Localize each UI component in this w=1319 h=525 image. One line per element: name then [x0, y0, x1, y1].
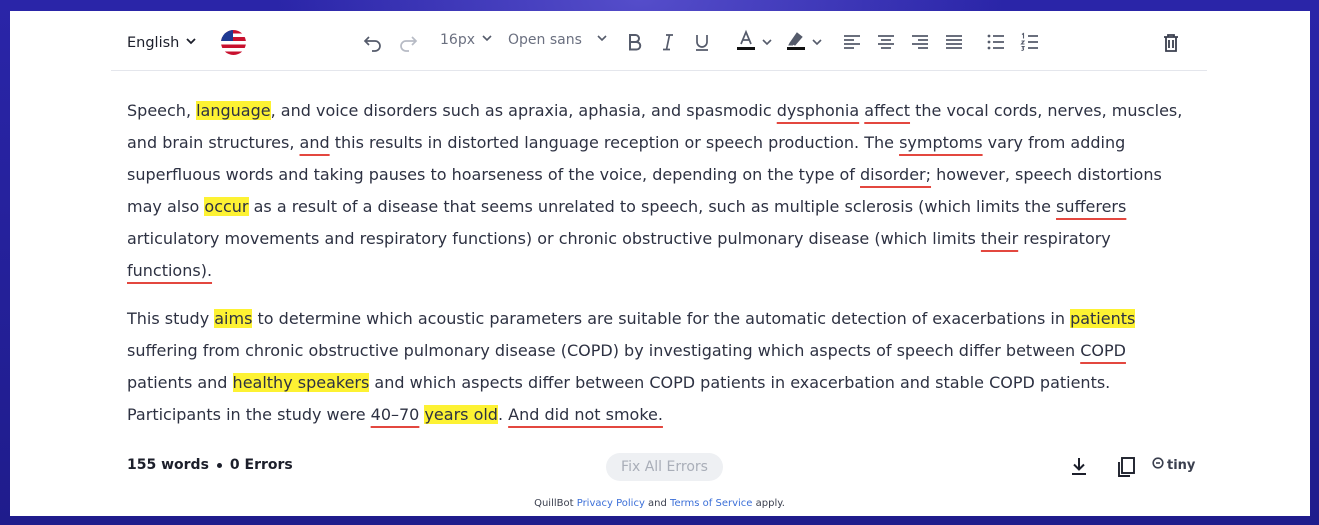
error-underline-word[interactable]: sufferers	[1056, 197, 1126, 216]
legal-and: and	[644, 498, 671, 509]
chevron-down-icon	[811, 33, 823, 52]
us-flag-icon[interactable]	[221, 30, 246, 55]
chevron-down-icon	[761, 33, 773, 52]
tiny-label: tiny	[1167, 457, 1196, 473]
error-underline-word[interactable]: And did not smoke.	[508, 405, 663, 424]
text-color-icon	[735, 28, 757, 56]
highlighted-word[interactable]: language	[196, 101, 271, 120]
text-segment: .	[497, 405, 509, 424]
tiny-brand[interactable]: tiny	[1152, 457, 1195, 473]
font-family-value: Open sans	[508, 32, 582, 48]
font-family-dropdown[interactable]: Open sans	[508, 32, 608, 48]
paragraph[interactable]: This study aims to determine which acous…	[127, 303, 1187, 431]
language-label: English	[127, 35, 180, 51]
italic-icon[interactable]	[657, 31, 679, 53]
font-size-dropdown[interactable]: 16px	[440, 32, 493, 48]
bullet-list-icon[interactable]	[985, 31, 1007, 53]
error-underline-word[interactable]: symptoms	[899, 133, 983, 152]
highlighted-word[interactable]: healthy speakers	[232, 373, 370, 392]
editor-toolbar: English 16px Open sans	[111, 11, 1207, 71]
copy-icon[interactable]	[1113, 454, 1139, 480]
legal-prefix: QuillBot	[534, 498, 577, 509]
document-stats: 155 words 0 Errors	[127, 457, 293, 473]
align-left-icon[interactable]	[841, 31, 863, 53]
redo-icon[interactable]	[397, 31, 419, 53]
numbered-list-icon[interactable]	[1019, 31, 1041, 53]
legal-notice: QuillBot Privacy Policy and Terms of Ser…	[0, 497, 1319, 511]
error-underline-word[interactable]: functions).	[127, 261, 212, 280]
word-count: 155 words	[127, 457, 209, 473]
terms-of-service-link[interactable]: Terms of Service	[670, 498, 752, 509]
error-count: 0 Errors	[229, 457, 293, 473]
legal-suffix: apply.	[752, 498, 785, 509]
error-underline-word[interactable]: and	[300, 133, 330, 152]
text-editor: English 16px Open sans Speech, language,…	[111, 11, 1207, 493]
align-center-icon[interactable]	[875, 31, 897, 53]
privacy-policy-link[interactable]: Privacy Policy	[577, 498, 645, 509]
error-underline-word[interactable]: their	[981, 229, 1018, 248]
highlight-color-icon	[785, 28, 807, 56]
text-color-button[interactable]	[731, 29, 777, 55]
highlight-color-button[interactable]	[781, 29, 827, 55]
text-segment: This study	[127, 309, 215, 328]
error-underline-word[interactable]: COPD	[1080, 341, 1126, 360]
chevron-down-icon	[481, 32, 493, 48]
chevron-down-icon	[596, 32, 608, 48]
error-underline-word[interactable]: affect	[864, 101, 910, 120]
text-segment: respiratory	[1018, 229, 1116, 248]
bold-icon[interactable]	[623, 31, 645, 53]
separator-dot	[216, 462, 222, 468]
undo-icon[interactable]	[362, 31, 384, 53]
error-underline-word[interactable]: dysphonia	[777, 101, 859, 120]
text-segment: to determine which acoustic parameters a…	[252, 309, 1071, 328]
document-body[interactable]: Speech, language, and voice disorders su…	[127, 95, 1187, 447]
fix-all-errors-button[interactable]: Fix All Errors	[606, 453, 723, 481]
download-icon[interactable]	[1066, 454, 1092, 480]
highlighted-word[interactable]: aims	[214, 309, 253, 328]
paragraph[interactable]: Speech, language, and voice disorders su…	[127, 95, 1187, 287]
text-segment: this results in distorted language recep…	[329, 133, 900, 152]
tiny-logo-icon	[1152, 457, 1164, 473]
underline-icon[interactable]	[691, 31, 713, 53]
trash-icon[interactable]	[1160, 32, 1182, 54]
highlighted-word[interactable]: years old	[424, 405, 498, 424]
font-size-value: 16px	[440, 32, 475, 48]
highlighted-word[interactable]: occur	[204, 197, 249, 216]
language-dropdown[interactable]: English	[127, 31, 198, 55]
error-underline-word[interactable]: disorder;	[860, 165, 931, 184]
chevron-down-icon	[184, 34, 198, 52]
highlighted-word[interactable]: patients	[1070, 309, 1136, 328]
text-segment: Speech,	[127, 101, 197, 120]
error-underline-word[interactable]: 40–70	[371, 405, 420, 424]
align-justify-icon[interactable]	[943, 31, 965, 53]
text-segment: , and voice disorders such as apraxia, a…	[270, 101, 777, 120]
align-right-icon[interactable]	[909, 31, 931, 53]
text-segment: as a result of a disease that seems unre…	[248, 197, 1057, 216]
